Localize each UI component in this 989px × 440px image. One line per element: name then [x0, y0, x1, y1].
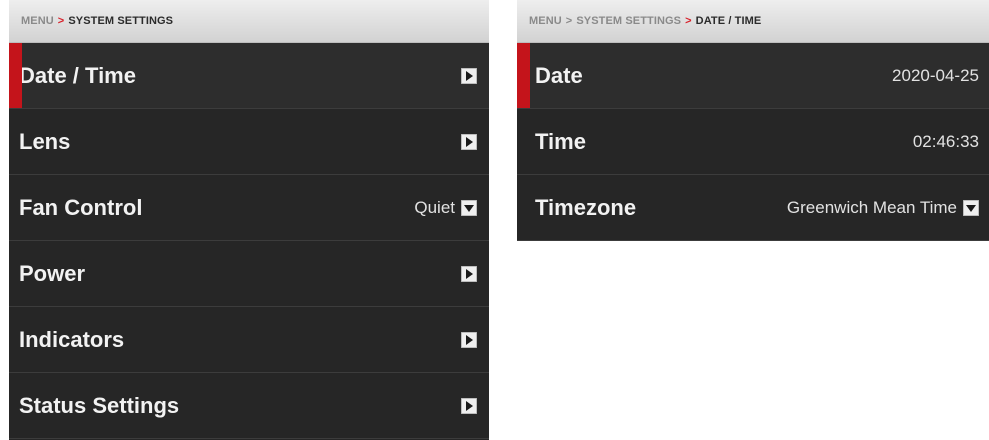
time-value: 02:46:33	[912, 131, 979, 151]
arrow-right-icon[interactable]	[461, 331, 477, 348]
menu-item-status-settings[interactable]: Status Settings	[9, 373, 489, 439]
breadcrumb-separator: >	[685, 15, 692, 27]
system-settings-panel: MENU > SYSTEM SETTINGS Date / Time Lens …	[9, 0, 489, 440]
setting-item-date[interactable]: Date 2020-04-25	[517, 43, 989, 109]
selection-indicator	[9, 43, 22, 108]
arrow-right-icon[interactable]	[461, 133, 477, 150]
setting-item-label: Timezone	[535, 194, 637, 220]
breadcrumb-parent[interactable]: SYSTEM SETTINGS	[576, 15, 681, 27]
menu-item-lens[interactable]: Lens	[9, 109, 489, 175]
setting-item-label: Time	[535, 128, 586, 154]
menu-item-indicators[interactable]: Indicators	[9, 307, 489, 373]
breadcrumb-current: SYSTEM SETTINGS	[68, 15, 174, 27]
menu-item-label: Status Settings	[19, 392, 180, 418]
selection-indicator	[517, 43, 530, 108]
breadcrumb-separator: >	[565, 15, 573, 27]
dropdown-arrow-icon[interactable]	[461, 199, 477, 216]
menu-item-date-time[interactable]: Date / Time	[9, 43, 489, 109]
arrow-right-icon[interactable]	[461, 67, 477, 84]
menu-item-label: Date / Time	[19, 62, 136, 88]
setting-item-timezone[interactable]: Timezone Greenwich Mean Time	[517, 175, 989, 241]
menu-item-fan-control[interactable]: Fan Control Quiet	[9, 175, 489, 241]
date-time-panel: MENU > SYSTEM SETTINGS > DATE / TIME Dat…	[517, 0, 989, 241]
dropdown-arrow-icon[interactable]	[963, 199, 979, 216]
arrow-right-icon[interactable]	[461, 397, 477, 414]
timezone-value: Greenwich Mean Time	[786, 197, 957, 217]
menu-item-power[interactable]: Power	[9, 241, 489, 307]
breadcrumb: MENU > SYSTEM SETTINGS	[9, 0, 489, 43]
arrow-right-icon[interactable]	[461, 265, 477, 282]
fan-control-value: Quiet	[414, 197, 455, 217]
breadcrumb-current: DATE / TIME	[695, 15, 762, 27]
breadcrumb: MENU > SYSTEM SETTINGS > DATE / TIME	[517, 0, 989, 43]
setting-item-label: Date	[535, 62, 583, 88]
menu-item-label: Fan Control	[19, 194, 143, 220]
breadcrumb-menu[interactable]: MENU	[21, 15, 54, 27]
menu-item-label: Power	[19, 260, 86, 286]
breadcrumb-menu[interactable]: MENU	[529, 15, 562, 27]
date-value: 2020-04-25	[892, 65, 979, 85]
breadcrumb-separator: >	[57, 15, 65, 27]
setting-item-time[interactable]: Time 02:46:33	[517, 109, 989, 175]
menu-item-label: Lens	[19, 128, 71, 154]
menu-item-label: Indicators	[19, 326, 125, 352]
